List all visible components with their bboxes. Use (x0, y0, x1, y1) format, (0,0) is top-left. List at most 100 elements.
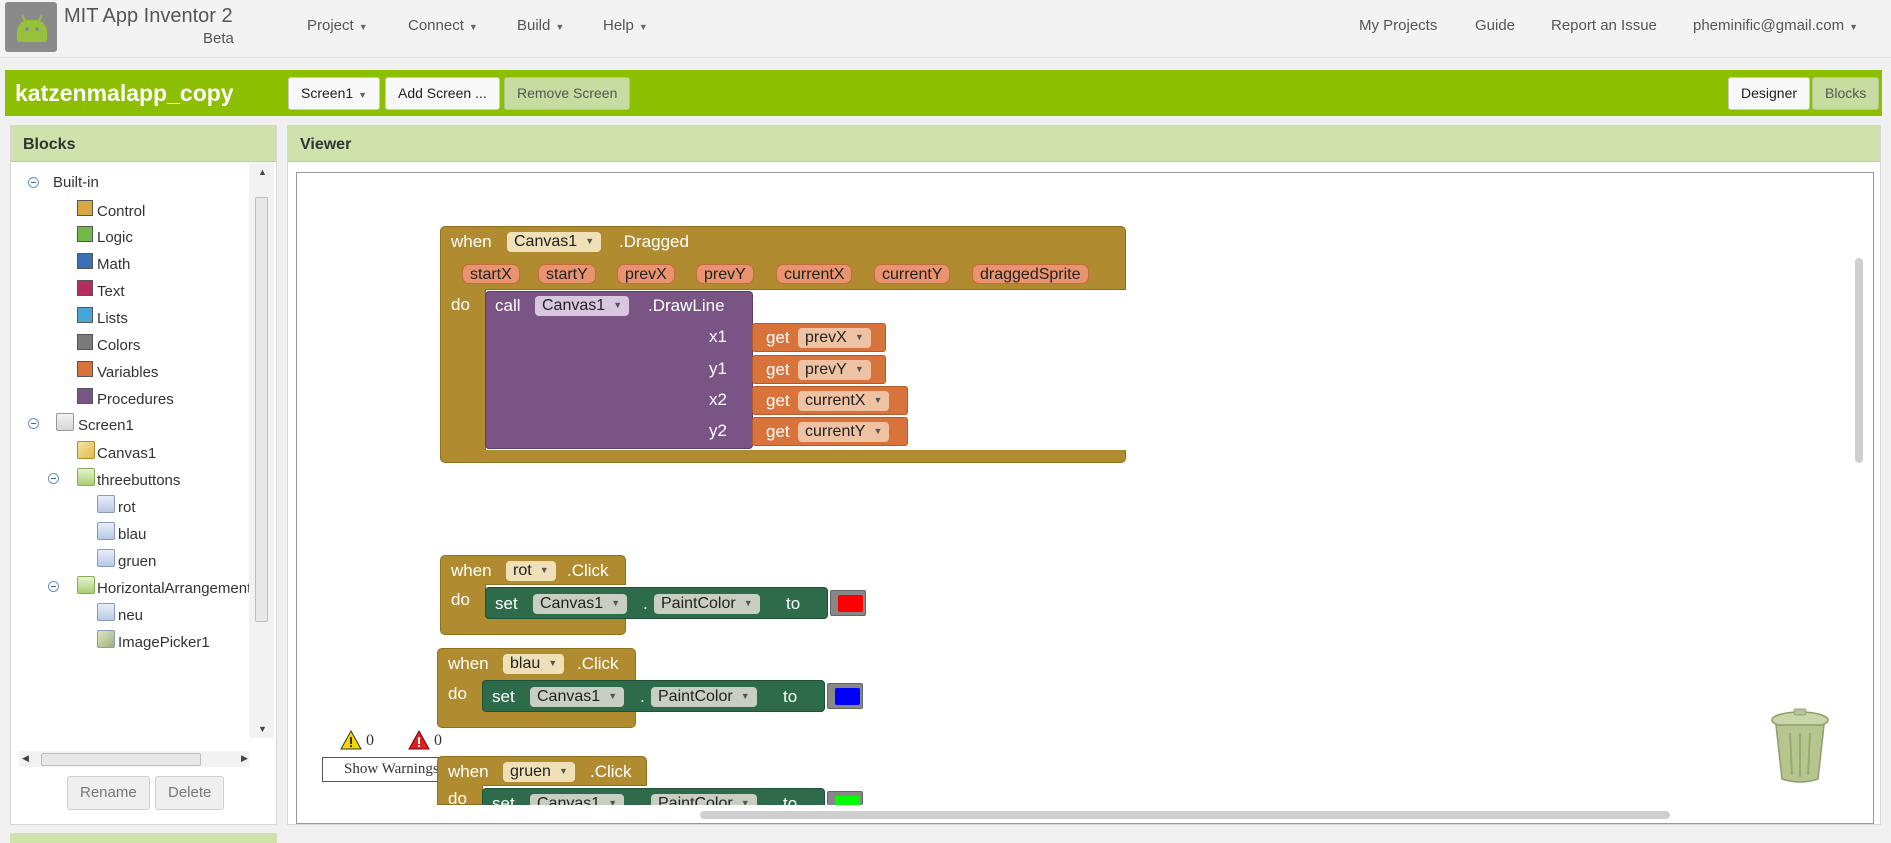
collapse-toggle-icon[interactable] (48, 581, 59, 592)
tree-gruen[interactable]: gruen (118, 553, 156, 570)
scrollbar-thumb[interactable] (255, 197, 268, 622)
component-dropdown[interactable]: Canvas1 ▼ (507, 232, 602, 252)
canvas-dragged-event-block[interactable]: when Canvas1 ▼ .Dragged startX startY pre… (440, 226, 1126, 290)
tree-item-variables[interactable]: Variables (97, 364, 158, 381)
param-draggedsprite[interactable]: draggedSprite (972, 264, 1089, 284)
viewer-panel-title: Viewer (288, 126, 1880, 162)
tree-item-math[interactable]: Math (97, 256, 130, 273)
dropdown-arrow-icon: ▼ (743, 598, 753, 608)
tree-builtin[interactable]: Built-in (53, 174, 99, 191)
tree-rot[interactable]: rot (118, 499, 136, 516)
nav-connect-menu[interactable]: Connect ▼ (408, 17, 478, 34)
canvas-icon (77, 441, 95, 459)
tree-imagepicker1[interactable]: ImagePicker1 (118, 634, 210, 651)
tree-canvas1[interactable]: Canvas1 (97, 445, 156, 462)
dropdown-arrow-icon: ▼ (854, 364, 864, 374)
rename-button[interactable]: Rename (67, 776, 150, 810)
property-dropdown[interactable]: PaintColor ▼ (654, 594, 760, 614)
rot-click-event-block[interactable]: when rot ▼ .Click (440, 555, 626, 585)
gruen-click-event-block[interactable]: when gruen ▼ .Click (437, 756, 647, 786)
tree-item-logic[interactable]: Logic (97, 229, 133, 246)
nav-project-menu[interactable]: Project ▼ (307, 17, 368, 34)
set-paintcolor-block[interactable]: set Canvas1 ▼ . PaintColor ▼ to (482, 680, 825, 712)
property-dropdown[interactable]: PaintColor ▼ (651, 794, 757, 805)
tree-item-control[interactable]: Control (97, 203, 145, 220)
tree-item-lists[interactable]: Lists (97, 310, 128, 327)
dropdown-arrow-icon: ▼ (613, 300, 623, 310)
param-startx[interactable]: startX (462, 264, 520, 284)
tree-vertical-scrollbar[interactable]: ▲ ▼ (249, 163, 274, 738)
component-dropdown[interactable]: blau ▼ (503, 654, 565, 674)
component-dropdown[interactable]: Canvas1 ▼ (530, 794, 625, 805)
get-prevy-block[interactable]: get prevY ▼ (752, 355, 886, 384)
caret-down-icon: ▼ (358, 22, 368, 32)
color-blue-block[interactable] (827, 683, 863, 709)
scroll-down-icon[interactable]: ▼ (258, 724, 267, 734)
color-red-block[interactable] (830, 590, 866, 616)
tree-blau[interactable]: blau (118, 526, 146, 543)
dropdown-arrow-icon: ▼ (740, 691, 750, 701)
nav-help-menu[interactable]: Help ▼ (603, 17, 648, 34)
tree-item-colors[interactable]: Colors (97, 337, 140, 354)
collapse-toggle-icon[interactable] (28, 418, 39, 429)
screen-select-button[interactable]: Screen1 ▼ (288, 77, 381, 110)
component-dropdown[interactable]: Canvas1 ▼ (533, 594, 628, 614)
collapse-toggle-icon[interactable] (48, 473, 59, 484)
scrollbar-thumb[interactable] (41, 753, 201, 766)
param-prevx[interactable]: prevX (617, 264, 675, 284)
set-paintcolor-block[interactable]: set Canvas1 ▼ . PaintColor ▼ to (485, 587, 828, 619)
blocks-panel: Blocks Built-in Control Logic Math Text … (10, 125, 277, 825)
nav-my-projects[interactable]: My Projects (1359, 17, 1437, 34)
param-currenty[interactable]: currentY (874, 264, 951, 284)
designer-button[interactable]: Designer (1728, 77, 1811, 110)
variable-dropdown[interactable]: prevY ▼ (798, 360, 871, 380)
delete-button[interactable]: Delete (155, 776, 225, 810)
variable-dropdown[interactable]: prevX ▼ (798, 328, 871, 348)
variable-dropdown[interactable]: currentX ▼ (798, 391, 890, 411)
tree-horizontal-scrollbar[interactable]: ◀ ▶ (19, 751, 249, 767)
collapse-toggle-icon[interactable] (28, 177, 39, 188)
component-dropdown[interactable]: rot ▼ (506, 561, 556, 581)
component-dropdown[interactable]: gruen ▼ (503, 762, 575, 782)
component-dropdown[interactable]: Canvas1 ▼ (535, 296, 630, 316)
color-green-block[interactable] (827, 791, 863, 805)
tree-screen1[interactable]: Screen1 (78, 417, 134, 434)
call-drawline-block[interactable]: call Canvas1 ▼ .DrawLine x1 y1 x2 y2 (485, 291, 753, 449)
button-icon (97, 549, 115, 567)
tree-item-text[interactable]: Text (97, 283, 125, 300)
remove-screen-button[interactable]: Remove Screen (504, 77, 631, 110)
screen-icon (56, 413, 74, 431)
trash-can-icon[interactable] (1770, 705, 1830, 785)
show-warnings-button[interactable]: Show Warnings (322, 757, 440, 782)
workspace-vertical-scrollbar[interactable] (1855, 258, 1863, 463)
scroll-up-icon[interactable]: ▲ (258, 167, 267, 177)
caret-down-icon: ▼ (555, 22, 565, 32)
nav-build-menu[interactable]: Build ▼ (517, 17, 564, 34)
tree-neu[interactable]: neu (118, 607, 143, 624)
tree-horizontalarrangement[interactable]: HorizontalArrangement (97, 580, 249, 597)
param-starty[interactable]: startY (538, 264, 596, 284)
property-dropdown[interactable]: PaintColor ▼ (651, 687, 757, 707)
tree-threebuttons[interactable]: threebuttons (97, 472, 180, 489)
variable-dropdown[interactable]: currentY ▼ (798, 422, 890, 442)
tree-item-procedures[interactable]: Procedures (97, 391, 174, 408)
workspace-horizontal-scrollbar[interactable] (700, 811, 1670, 819)
blocks-button[interactable]: Blocks (1812, 77, 1880, 110)
nav-account-menu[interactable]: pheminific@gmail.com ▼ (1693, 17, 1858, 34)
add-screen-button[interactable]: Add Screen ... (385, 77, 500, 110)
scroll-left-icon[interactable]: ◀ (22, 753, 29, 764)
nav-guide[interactable]: Guide (1475, 17, 1515, 34)
get-currenty-block[interactable]: get currentY ▼ (752, 417, 908, 446)
app-inventor-logo-icon[interactable] (5, 2, 57, 52)
param-currentx[interactable]: currentX (776, 264, 853, 284)
set-paintcolor-block[interactable]: set Canvas1 ▼ . PaintColor ▼ to (482, 788, 825, 805)
nav-report-issue[interactable]: Report an Issue (1551, 17, 1657, 34)
get-prevx-block[interactable]: get prevX ▼ (752, 323, 886, 352)
param-prevy[interactable]: prevY (696, 264, 754, 284)
app-title: MIT App Inventor 2 (64, 5, 233, 27)
warnings-count: 0 (366, 732, 374, 749)
blau-click-event-block[interactable]: when blau ▼ .Click (437, 648, 636, 678)
component-dropdown[interactable]: Canvas1 ▼ (530, 687, 625, 707)
get-currentx-block[interactable]: get currentX ▼ (752, 386, 908, 415)
scroll-right-icon[interactable]: ▶ (241, 753, 248, 764)
